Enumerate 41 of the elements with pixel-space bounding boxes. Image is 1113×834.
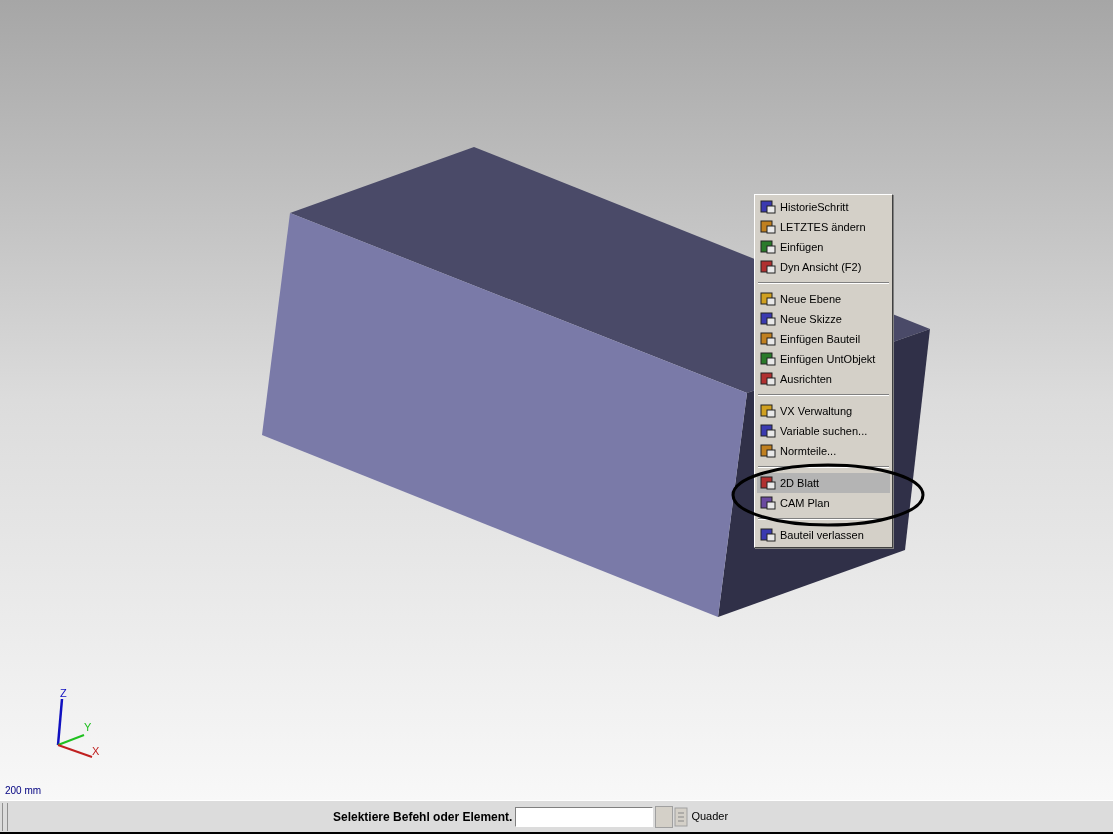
menu-item[interactable]: VX Verwaltung [757, 401, 890, 421]
menu-item[interactable]: Normteile... [757, 441, 890, 461]
list-icon[interactable] [674, 806, 689, 827]
command-icon [759, 291, 777, 307]
command-icon [759, 219, 777, 235]
command-icon [759, 331, 777, 347]
axis-label: Y [84, 721, 92, 733]
menu-item[interactable]: Variable suchen... [757, 421, 890, 441]
grip-handle[interactable] [2, 802, 8, 831]
command-icon [759, 403, 777, 419]
mode-label: Quader [691, 809, 729, 825]
command-icon [759, 443, 777, 459]
command-icon [759, 475, 777, 491]
menu-item[interactable]: Neue Ebene [757, 289, 890, 309]
command-prompt: Selektiere Befehl oder Element. [333, 808, 513, 826]
command-icon [759, 423, 777, 439]
command-icon [759, 351, 777, 367]
axes-drawing [56, 698, 93, 758]
menu-item[interactable]: HistorieSchritt [757, 197, 890, 217]
menu-item[interactable]: Bauteil verlassen [757, 525, 890, 545]
axis-label: Z [60, 687, 67, 699]
menu-item[interactable]: Einfügen UntObjekt [757, 349, 890, 369]
menu-item[interactable]: Dyn Ansicht (F2) [757, 257, 890, 277]
menu-item[interactable]: Neue Skizze [757, 309, 890, 329]
axis-label: X [92, 745, 100, 757]
menu-item[interactable]: 2D Blatt [757, 473, 890, 493]
spinner-control[interactable] [655, 805, 674, 828]
command-icon [759, 199, 777, 215]
menu-item[interactable]: Einfügen Bauteil [757, 329, 890, 349]
command-icon [759, 311, 777, 327]
scale-label: 200 mm [5, 784, 42, 798]
menu-item[interactable]: CAM Plan [757, 493, 890, 513]
command-icon [759, 239, 777, 255]
command-icon [759, 259, 777, 275]
command-icon [759, 495, 777, 511]
command-icon [759, 527, 777, 543]
menu-item[interactable]: Einfügen [757, 237, 890, 257]
menu-item[interactable]: Ausrichten [757, 369, 890, 389]
menu-item[interactable]: LETZTES ändern [757, 217, 890, 237]
command-input-field[interactable] [515, 806, 654, 827]
command-icon [759, 371, 777, 387]
